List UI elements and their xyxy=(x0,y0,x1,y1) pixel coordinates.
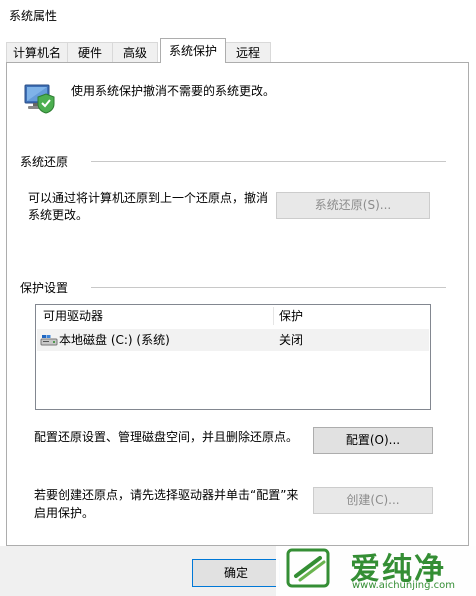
system-restore-desc-line1: 可以通过将计算机还原到上一个还原点，撤消 xyxy=(28,191,269,205)
drive-protection-status: 关闭 xyxy=(279,333,304,347)
protection-settings-heading: 保护设置 xyxy=(20,281,69,295)
watermark-logo-icon xyxy=(286,548,330,588)
configure-button[interactable]: 配置(O)... xyxy=(313,427,433,454)
tab-system-protection[interactable]: 系统保护 xyxy=(160,38,226,63)
tab-hardware[interactable]: 硬件 xyxy=(67,42,113,62)
create-button[interactable]: 创建(C)... xyxy=(313,487,433,514)
computer-protection-icon xyxy=(24,84,55,114)
title-bar: 系统属性 xyxy=(0,0,476,30)
ok-button[interactable]: 确定 xyxy=(192,559,280,587)
system-restore-button[interactable]: 系统还原(S)... xyxy=(276,192,430,219)
protection-settings-divider xyxy=(91,287,446,288)
tab-label: 远程 xyxy=(235,46,260,60)
system-restore-heading: 系统还原 xyxy=(20,155,69,169)
tab-label: 硬件 xyxy=(77,46,102,60)
tab-computer-name[interactable]: 计算机名 xyxy=(6,42,68,62)
tab-label: 系统保护 xyxy=(168,44,217,58)
create-description-line1: 若要创建还原点，请先选择驱动器并单击“配置”来 xyxy=(34,488,299,502)
column-divider[interactable] xyxy=(273,307,274,325)
window-title: 系统属性 xyxy=(9,9,58,23)
system-restore-desc-line2: 系统更改。 xyxy=(28,208,89,222)
tab-strip: 计算机名 硬件 高级 系统保护 远程 xyxy=(0,30,476,63)
tab-panel: 使用系统保护撤消不需要的系统更改。 系统还原 可以通过将计算机还原到上一个还原点… xyxy=(6,62,469,546)
drive-list[interactable]: 可用驱动器 保护 本地磁盘 (C:) (系统) 关闭 xyxy=(35,304,431,410)
column-header-protection[interactable]: 保护 xyxy=(279,305,303,327)
intro-text: 使用系统保护撤消不需要的系统更改。 xyxy=(71,84,276,98)
column-header-drives[interactable]: 可用驱动器 xyxy=(43,305,103,327)
hard-drive-icon xyxy=(40,335,58,346)
tab-remote[interactable]: 远程 xyxy=(225,42,271,62)
tab-advanced[interactable]: 高级 xyxy=(112,42,158,62)
drive-name: 本地磁盘 (C:) (系统) xyxy=(59,333,170,347)
table-row[interactable]: 本地磁盘 (C:) (系统) 关闭 xyxy=(37,329,429,351)
tab-label: 计算机名 xyxy=(12,46,61,60)
watermark-url: www.aichunjing.com xyxy=(352,580,455,591)
watermark: 爱纯净 www.aichunjing.com xyxy=(276,540,476,596)
system-restore-divider xyxy=(91,161,446,162)
tab-label: 高级 xyxy=(122,46,147,60)
configure-description: 配置还原设置、管理磁盘空间，并且删除还原点。 xyxy=(34,430,299,444)
create-description-line2: 启用保护。 xyxy=(34,506,95,520)
